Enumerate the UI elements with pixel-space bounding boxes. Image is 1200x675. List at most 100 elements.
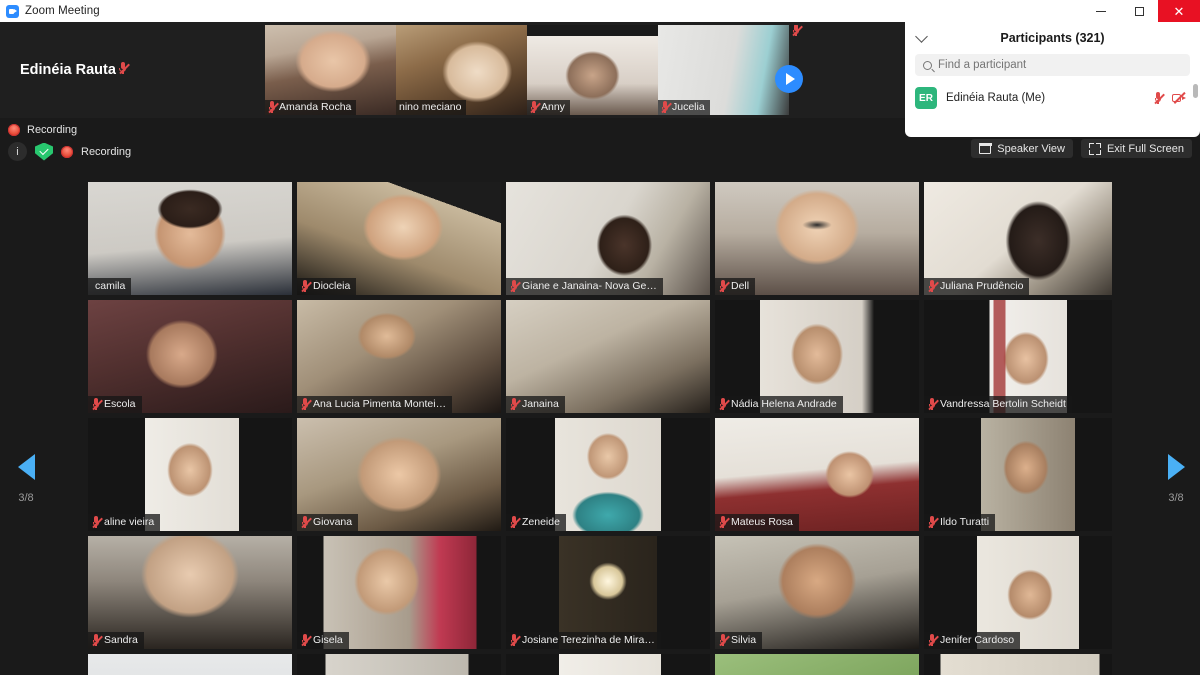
table-row[interactable]: camila (88, 182, 292, 295)
table-row[interactable] (88, 654, 292, 675)
table-row[interactable]: Ildo Turatti (924, 418, 1112, 531)
filmstrip-tile-amanda-rocha[interactable]: Amanda Rocha (265, 25, 396, 115)
table-row[interactable] (715, 654, 919, 675)
mic-muted-icon (719, 398, 730, 410)
participant-name: Zeneide (522, 516, 560, 528)
info-icon[interactable]: i (8, 142, 27, 161)
mic-muted-icon (661, 101, 672, 113)
search-icon (923, 60, 932, 70)
filmstrip-name-plate: Amanda Rocha (265, 100, 357, 115)
table-row[interactable]: Gisela (297, 536, 501, 649)
mic-muted-icon[interactable] (1154, 92, 1165, 104)
mic-muted-icon (119, 62, 130, 74)
mic-muted-icon (510, 280, 521, 292)
participant-name: Edinéia Rauta (Me) (946, 92, 1046, 104)
filmstrip-name-plate: Jucelia (658, 100, 710, 115)
table-row[interactable]: Silvia (715, 536, 919, 649)
table-row[interactable]: Dell (715, 182, 919, 295)
next-page-arrow-icon[interactable] (1167, 454, 1185, 480)
tile-name-plate: Nádia Helena Andrade (715, 396, 843, 413)
table-row[interactable] (297, 654, 501, 675)
mic-muted-icon (928, 280, 939, 292)
filmstrip-next-page-button[interactable] (775, 65, 803, 93)
participants-panel-title: Participants (321) (1000, 31, 1105, 45)
table-row[interactable] (924, 654, 1112, 675)
shield-check-icon[interactable] (35, 142, 53, 161)
table-row[interactable]: Jenifer Cardoso (924, 536, 1112, 649)
minimize-icon[interactable] (1082, 0, 1120, 22)
exit-full-screen-button[interactable]: Exit Full Screen (1080, 139, 1192, 158)
participant-name: Silvia (731, 634, 757, 646)
tile-name-plate: camila (88, 278, 132, 295)
gallery-grid: camila Diocleia Giane e Janaina- Nova Ge… (88, 182, 1112, 675)
table-row[interactable]: Sandra (88, 536, 292, 649)
participant-name: aline vieira (104, 516, 155, 528)
table-row[interactable]: Giane e Janaina- Nova Ge… (506, 182, 710, 295)
mic-muted-icon (928, 398, 939, 410)
filmstrip-tile-jucelia[interactable]: Jucelia (658, 25, 789, 115)
table-row[interactable]: Janaina (506, 300, 710, 413)
participant-name: Anny (541, 101, 565, 113)
mic-muted-icon (719, 634, 730, 646)
table-row[interactable]: Juliana Prudêncio (924, 182, 1112, 295)
fullscreen-exit-icon (1088, 142, 1101, 155)
speaker-view-icon (978, 143, 992, 154)
tile-name-plate: Giovana (297, 514, 359, 531)
participant-search-box[interactable] (915, 54, 1190, 76)
tile-name-plate: Mateus Rosa (715, 514, 799, 531)
search-input[interactable] (938, 59, 1182, 71)
mic-muted-icon (792, 25, 803, 36)
table-row[interactable] (506, 654, 710, 675)
meeting-stage: Edinéia Rauta Amanda Rocha nino meciano (0, 22, 1200, 675)
table-row[interactable]: Mateus Rosa (715, 418, 919, 531)
table-row[interactable]: Zeneide (506, 418, 710, 531)
mic-muted-icon (719, 280, 730, 292)
filmstrip-tile-self[interactable]: Edinéia Rauta (0, 25, 265, 115)
close-icon[interactable]: ✕ (1158, 0, 1200, 22)
zoom-logo-icon (6, 4, 19, 18)
recording-icon[interactable] (61, 145, 73, 158)
participants-panel: Participants (321) ER Edinéia Rauta (Me) (905, 22, 1200, 137)
filmstrip-tile-anny[interactable]: Anny (527, 25, 658, 115)
participants-panel-header: Participants (321) (905, 22, 1200, 54)
table-row[interactable]: Giovana (297, 418, 501, 531)
tile-name-plate: Gisela (297, 632, 349, 649)
prev-page-arrow-icon[interactable] (17, 454, 35, 480)
recording-indicator-top[interactable]: Recording (8, 124, 77, 136)
table-row[interactable]: Diocleia (297, 182, 501, 295)
mic-muted-icon (928, 516, 939, 528)
prev-page-control[interactable]: 3/8 (2, 454, 50, 504)
participants-scrollbar[interactable] (1193, 84, 1198, 98)
restore-icon[interactable] (1120, 0, 1158, 22)
participant-status-icons (1154, 91, 1186, 104)
exit-full-screen-label: Exit Full Screen (1106, 142, 1184, 155)
mic-muted-icon (301, 516, 312, 528)
video-off-icon[interactable] (1172, 91, 1186, 104)
tile-name-plate: Jenifer Cardoso (924, 632, 1021, 649)
mic-muted-icon (92, 398, 103, 410)
mic-muted-icon (719, 516, 730, 528)
table-row[interactable]: Josiane Terezinha de Mira… (506, 536, 710, 649)
filmstrip-tile-nino-meciano[interactable]: nino meciano (396, 25, 527, 115)
next-page-control[interactable]: 3/8 (1152, 454, 1200, 504)
table-row[interactable]: aline vieira (88, 418, 292, 531)
window-title-bar: Zoom Meeting ✕ (0, 0, 1200, 22)
participant-name: Janaina (522, 398, 559, 410)
participant-row[interactable]: ER Edinéia Rauta (Me) (905, 82, 1200, 114)
participant-name: camila (95, 280, 126, 292)
table-row[interactable]: Escola (88, 300, 292, 413)
participant-name: Escola (104, 398, 136, 410)
recording-icon (8, 124, 20, 136)
window-title: Zoom Meeting (25, 5, 100, 17)
mic-muted-icon (301, 634, 312, 646)
table-row[interactable]: Nádia Helena Andrade (715, 300, 919, 413)
filmstrip: Edinéia Rauta Amanda Rocha nino meciano (0, 22, 905, 118)
speaker-view-button[interactable]: Speaker View (971, 139, 1073, 158)
filmstrip-name-self: Edinéia Rauta (20, 62, 116, 78)
participant-name: nino meciano (399, 101, 462, 113)
table-row[interactable]: Vandressa Bertolin Scheidt (924, 300, 1112, 413)
participant-name: Josiane Terezinha de Mira… (522, 634, 655, 646)
table-row[interactable]: Ana Lucia Pimenta Montei… (297, 300, 501, 413)
participant-name: Dell (731, 280, 750, 292)
tile-name-plate: Juliana Prudêncio (924, 278, 1030, 295)
